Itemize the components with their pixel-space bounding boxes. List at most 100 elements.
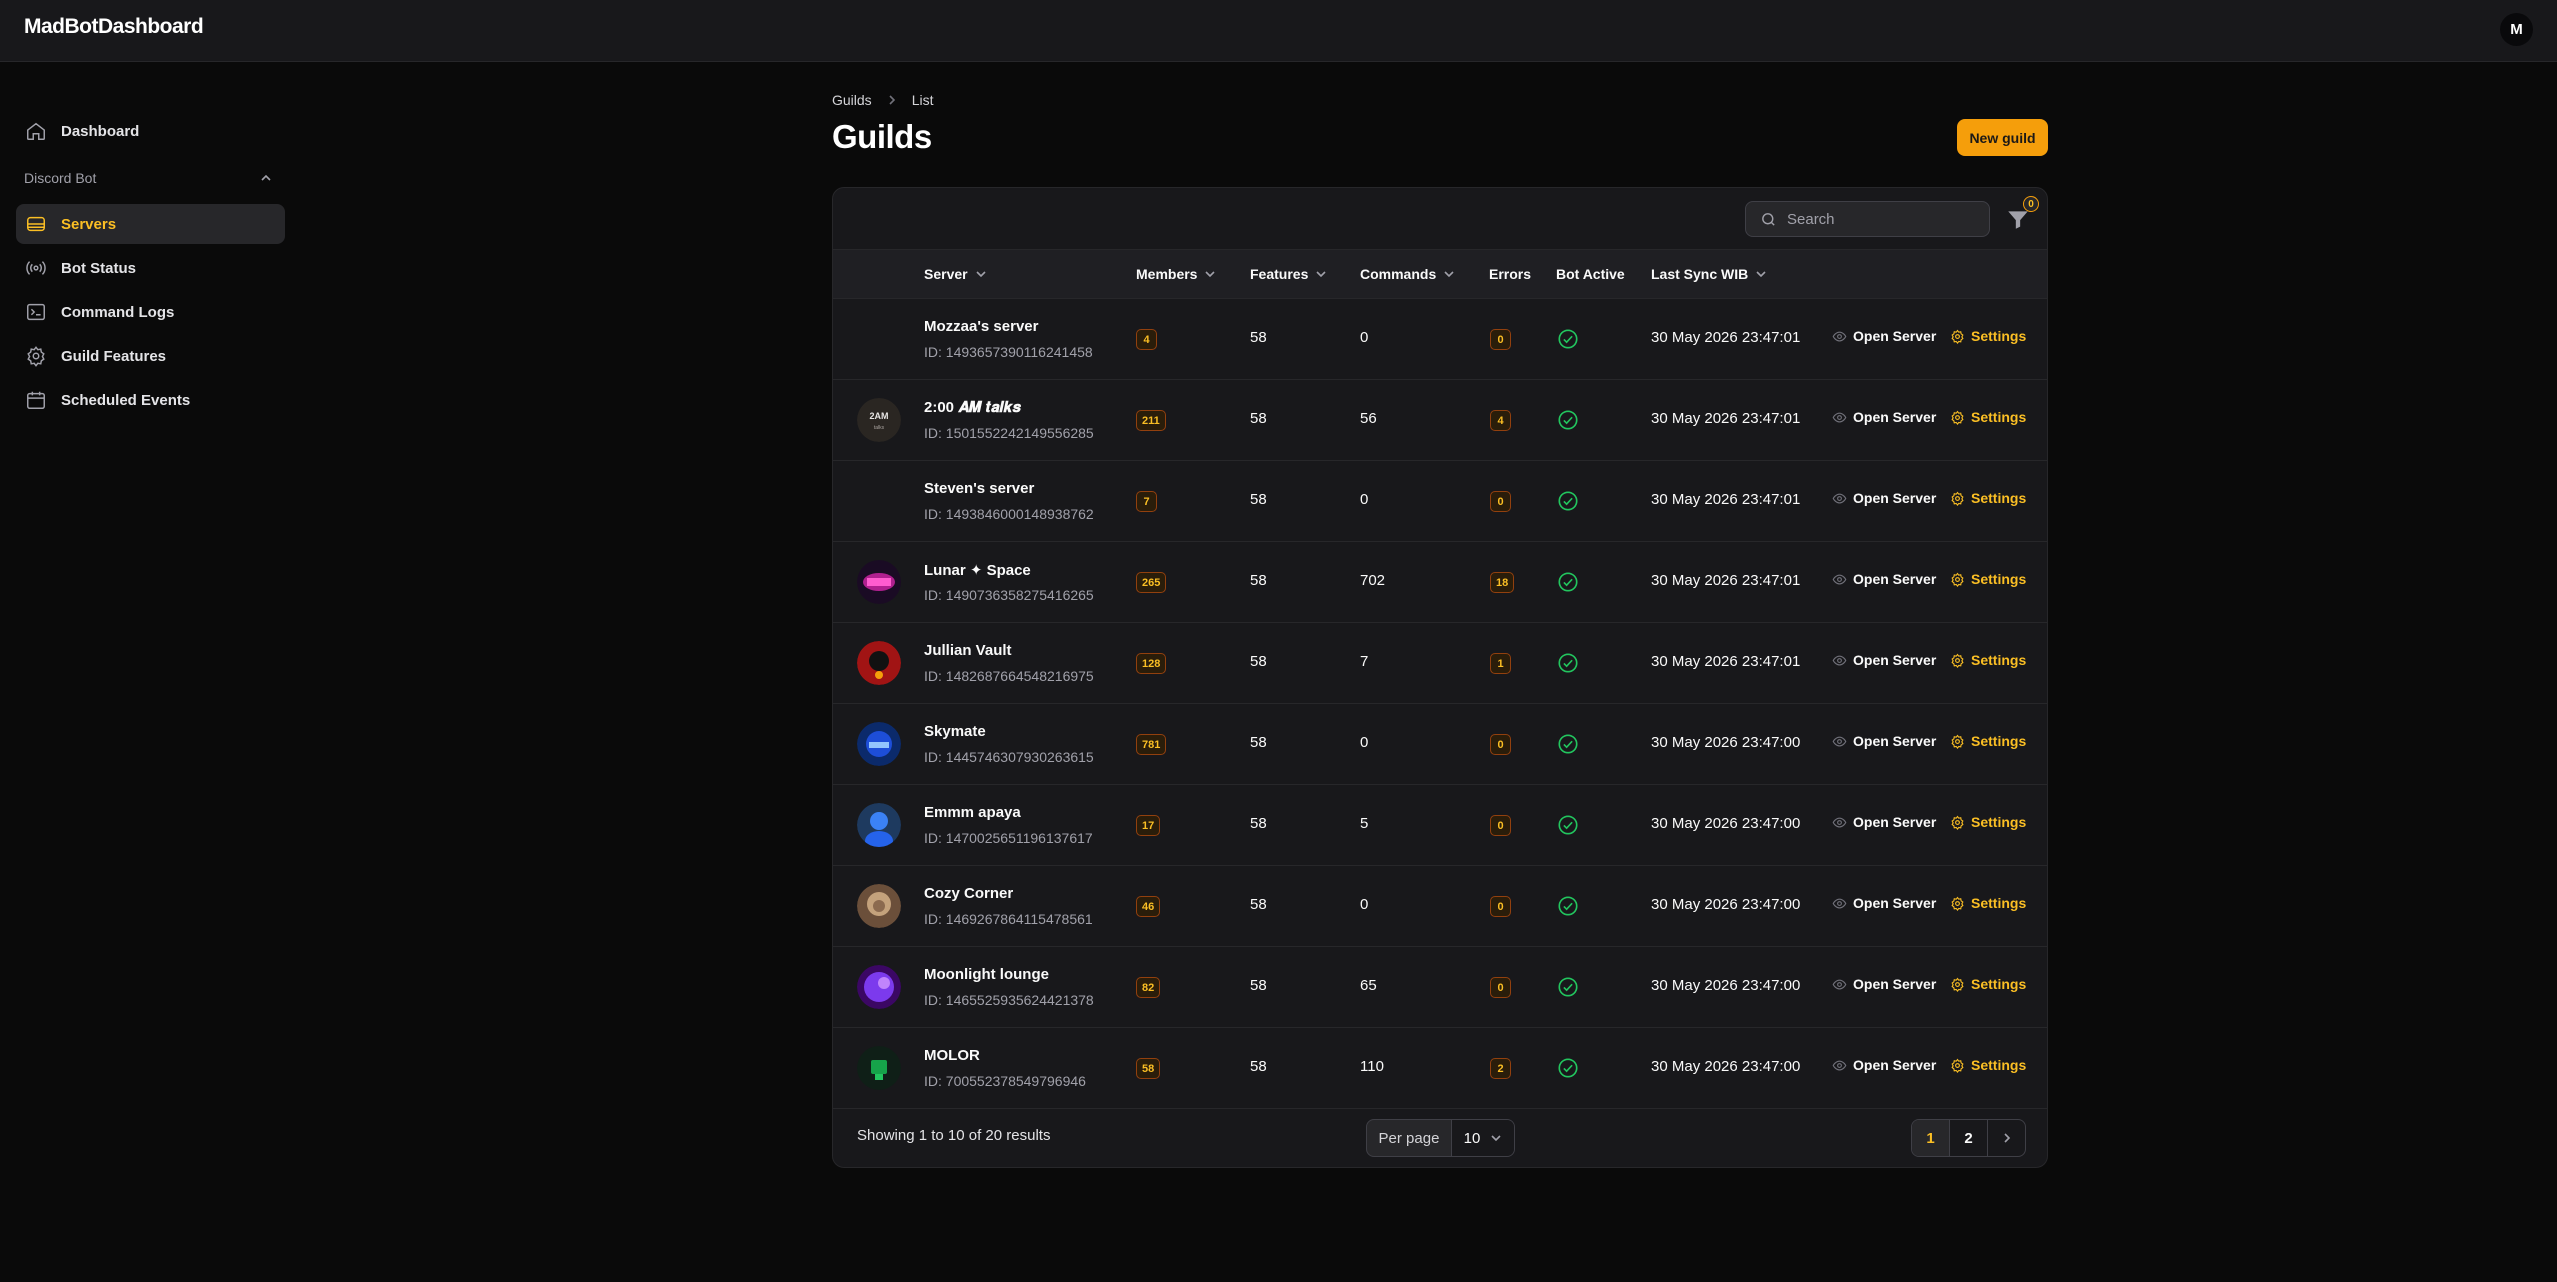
open-server-link[interactable]: Open Server xyxy=(1832,409,1936,425)
settings-link[interactable]: Settings xyxy=(1950,409,2026,425)
check-circle-icon xyxy=(1558,896,1578,916)
next-page-button[interactable] xyxy=(1988,1120,2025,1156)
errors-badge: 0 xyxy=(1490,815,1511,836)
column-label: Features xyxy=(1250,266,1309,282)
per-page-select[interactable]: 10 xyxy=(1452,1120,1514,1156)
guild-avatar xyxy=(857,884,901,928)
chevron-down-icon xyxy=(976,271,986,278)
home-icon xyxy=(25,120,47,142)
sidebar-item-servers[interactable]: Servers xyxy=(16,204,285,244)
open-server-link[interactable]: Open Server xyxy=(1832,814,1936,830)
open-server-link[interactable]: Open Server xyxy=(1832,328,1936,344)
members-badge: 7 xyxy=(1136,491,1157,512)
settings-link[interactable]: Settings xyxy=(1950,652,2026,668)
sidebar-item-label: Guild Features xyxy=(61,347,167,365)
sidebar-item-scheduled-events[interactable]: Scheduled Events xyxy=(16,380,285,420)
settings-link[interactable]: Settings xyxy=(1950,1057,2026,1073)
settings-label: Settings xyxy=(1971,571,2027,587)
open-server-link[interactable]: Open Server xyxy=(1832,490,1936,506)
gear-icon xyxy=(1951,815,1964,830)
guild-id: ID: 1501552242149556285 xyxy=(924,425,1094,441)
guild-id: ID: 1469267864115478561 xyxy=(924,911,1093,927)
chevron-up-icon[interactable] xyxy=(258,170,274,186)
features-count: 58 xyxy=(1250,1058,1267,1075)
guild-id: ID: 1493846000148938762 xyxy=(924,506,1094,522)
open-server-link[interactable]: Open Server xyxy=(1832,895,1936,911)
pagination: 1 2 xyxy=(1911,1119,2026,1157)
guild-name: Lunar ✦ Space xyxy=(924,562,1031,579)
check-circle-icon xyxy=(1558,572,1578,592)
page-button-1[interactable]: 1 xyxy=(1912,1120,1950,1156)
open-server-label: Open Server xyxy=(1853,733,1937,749)
table-row[interactable]: Steven's server ID: 1493846000148938762 … xyxy=(833,461,2047,542)
settings-link[interactable]: Settings xyxy=(1950,328,2026,344)
sidebar-item-dashboard[interactable]: Dashboard xyxy=(16,111,285,151)
brand-logo[interactable]: MadBotDashboard xyxy=(24,15,204,39)
settings-label: Settings xyxy=(1971,409,2027,425)
settings-link[interactable]: Settings xyxy=(1950,976,2026,992)
commands-count: 56 xyxy=(1360,410,1377,427)
check-circle-icon xyxy=(1558,491,1578,511)
settings-link[interactable]: Settings xyxy=(1950,490,2026,506)
check-circle-icon xyxy=(1558,815,1578,835)
terminal-icon xyxy=(25,301,47,323)
table-row[interactable]: 2AM talks 2:00 𝑨𝑴 𝒕𝒂𝒍𝒌𝒔 ID: 1501552242149… xyxy=(833,380,2047,461)
settings-label: Settings xyxy=(1971,733,2027,749)
search-field[interactable] xyxy=(1745,201,1990,237)
table-row[interactable]: Emmm apaya ID: 1470025651196137617 17 58… xyxy=(833,785,2047,866)
sidebar-item-label: Dashboard xyxy=(61,122,140,140)
search-input[interactable] xyxy=(1787,210,1967,228)
features-count: 58 xyxy=(1250,572,1267,589)
sidebar-item-command-logs[interactable]: Command Logs xyxy=(16,292,285,332)
table-row[interactable]: MOLOR ID: 700552378549796946 58 58 110 2… xyxy=(833,1028,2047,1109)
column-header-server[interactable]: Server xyxy=(924,266,987,282)
server-icon xyxy=(25,213,47,235)
check-circle-icon xyxy=(1558,734,1578,754)
open-server-link[interactable]: Open Server xyxy=(1832,976,1936,992)
settings-link[interactable]: Settings xyxy=(1950,814,2026,830)
table-row[interactable]: Mozzaa's server ID: 1493657390116241458 … xyxy=(833,299,2047,380)
open-server-link[interactable]: Open Server xyxy=(1832,652,1936,668)
calendar-icon xyxy=(25,389,47,411)
top-bar: MadBotDashboard M xyxy=(0,0,2557,62)
column-header-commands[interactable]: Commands xyxy=(1360,266,1455,282)
gear-icon xyxy=(1951,653,1964,668)
open-server-link[interactable]: Open Server xyxy=(1832,571,1936,587)
breadcrumb-root[interactable]: Guilds xyxy=(832,92,872,108)
last-sync: 30 May 2026 23:47:01 xyxy=(1651,572,1801,589)
sidebar-item-bot-status[interactable]: Bot Status xyxy=(16,248,285,288)
eye-icon xyxy=(1832,1060,1847,1070)
results-summary: Showing 1 to 10 of 20 results xyxy=(857,1127,1051,1144)
sidebar-item-guild-features[interactable]: Guild Features xyxy=(16,336,285,376)
page-button-2[interactable]: 2 xyxy=(1950,1120,1988,1156)
members-badge: 17 xyxy=(1136,815,1161,836)
breadcrumb-current: List xyxy=(911,92,934,108)
open-server-link[interactable]: Open Server xyxy=(1832,1057,1936,1073)
open-server-link[interactable]: Open Server xyxy=(1832,733,1936,749)
new-guild-button[interactable]: New guild xyxy=(1957,119,2048,156)
gear-icon xyxy=(1951,734,1964,749)
column-header-features[interactable]: Features xyxy=(1250,266,1327,282)
settings-link[interactable]: Settings xyxy=(1950,733,2026,749)
last-sync: 30 May 2026 23:47:00 xyxy=(1651,977,1801,994)
guild-name: MOLOR xyxy=(924,1047,980,1064)
errors-badge: 4 xyxy=(1490,410,1511,431)
table-row[interactable]: Jullian Vault ID: 1482687664548216975 12… xyxy=(833,623,2047,704)
guild-avatar: 2AM talks xyxy=(857,398,901,442)
column-header-last-sync[interactable]: Last Sync WIB xyxy=(1651,266,1767,282)
per-page-label: Per page xyxy=(1367,1120,1452,1156)
table-row[interactable]: Lunar ✦ Space ID: 1490736358275416265 26… xyxy=(833,542,2047,623)
column-label: Server xyxy=(924,266,968,282)
settings-link[interactable]: Settings xyxy=(1950,571,2026,587)
table-row[interactable]: Cozy Corner ID: 1469267864115478561 46 5… xyxy=(833,866,2047,947)
column-header-members[interactable]: Members xyxy=(1136,266,1216,282)
table-row[interactable]: Skymate ID: 1445746307930263615 781 58 0… xyxy=(833,704,2047,785)
user-avatar[interactable]: M xyxy=(2500,13,2533,46)
settings-label: Settings xyxy=(1971,490,2027,506)
table-row[interactable]: Moonlight lounge ID: 1465525935624421378… xyxy=(833,947,2047,1028)
sidebar-group-label[interactable]: Discord Bot xyxy=(24,170,274,194)
settings-label: Settings xyxy=(1971,976,2027,992)
search-icon xyxy=(1762,212,1775,226)
settings-link[interactable]: Settings xyxy=(1950,895,2026,911)
features-count: 58 xyxy=(1250,329,1267,346)
